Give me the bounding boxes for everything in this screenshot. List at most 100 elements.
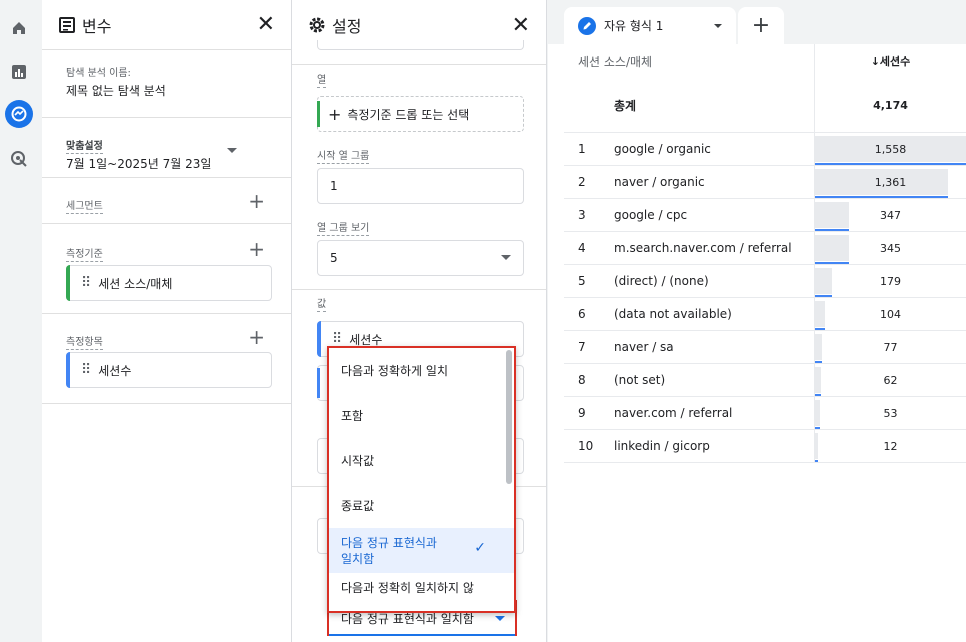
dimension-chip-label: 세션 소스/매체 (98, 276, 173, 291)
tab-freeform[interactable]: 자유 형식 1 (564, 7, 736, 44)
chevron-down-icon[interactable] (227, 148, 237, 153)
value-underline (815, 229, 849, 231)
close-icon[interactable]: ✕ (512, 13, 530, 38)
divider (292, 289, 546, 290)
pencil-icon (578, 16, 596, 35)
drag-handle-icon[interactable]: ⠿ (81, 362, 91, 378)
chevron-down-icon (501, 255, 511, 260)
chevron-down-icon (495, 616, 505, 621)
row-metric-value: 345 (880, 241, 901, 255)
row-index: 5 (578, 274, 586, 288)
row-metric-value: 347 (880, 208, 901, 222)
tab-label: 자유 형식 1 (604, 19, 664, 33)
table-row[interactable]: 6 (data not available) 104 (564, 298, 966, 331)
add-tab-button[interactable]: + (738, 7, 784, 44)
drag-handle-icon[interactable]: ⠿ (332, 331, 342, 347)
dropdown-option[interactable]: 다음과 정확히 일치하지 않 (329, 573, 514, 609)
metrics-section: 측정항목 + ⠿ 세션수 (42, 314, 291, 404)
row-dimension: naver / sa (614, 340, 674, 354)
scrolled-field-remnant (317, 40, 524, 50)
table-row[interactable]: 2 naver / organic 1,361 (564, 166, 966, 199)
advertising-icon[interactable] (5, 145, 33, 173)
row-metric-cell: 345 (814, 232, 966, 264)
table-row[interactable]: 10 linkedin / gicorp 12 (564, 430, 966, 463)
row-dimension: m.search.naver.com / referral (614, 241, 792, 255)
chevron-down-icon[interactable] (714, 23, 722, 28)
dropdown-scrollbar[interactable] (506, 350, 512, 484)
row-dimension: google / organic (614, 142, 711, 156)
metric-header[interactable]: ↓세션수 (814, 44, 966, 78)
nav-rail (0, 0, 42, 642)
total-row: 총계 4,174 (564, 78, 966, 133)
value-underline (815, 196, 948, 198)
dropdown-option[interactable]: 포함 (329, 393, 514, 438)
row-metric-cell: 104 (814, 298, 966, 330)
dropdown-option[interactable]: 다음과 정확하게 일치 (329, 348, 514, 393)
value-underline (815, 163, 966, 165)
dimension-chip[interactable]: ⠿ 세션 소스/매체 (66, 265, 272, 301)
value-bar (815, 301, 825, 327)
value-bar (815, 367, 821, 393)
field-accent (317, 368, 320, 398)
variables-icon (59, 16, 75, 33)
row-metric-value: 104 (880, 307, 901, 321)
table-row[interactable]: 3 google / cpc 347 (564, 199, 966, 232)
close-icon[interactable]: ✕ (257, 12, 275, 37)
total-cell: 4,174 (814, 78, 966, 132)
dimensions-section: 측정기준 + ⠿ 세션 소스/매체 (42, 224, 291, 314)
row-index: 1 (578, 142, 586, 156)
settings-title: 설정 (332, 17, 362, 36)
add-metric-icon[interactable]: + (248, 327, 265, 347)
table-row[interactable]: 9 naver.com / referral 53 (564, 397, 966, 430)
metric-chip[interactable]: ⠿ 세션수 (66, 352, 272, 388)
row-metric-cell: 1,361 (814, 166, 966, 198)
report-area: 자유 형식 1 + 세션 소스/매체 ↓세션수 총계 4,174 1 google… (548, 0, 966, 642)
table-row[interactable]: 8 (not set) 62 (564, 364, 966, 397)
match-type-dropdown: 다음과 정확하게 일치 포함 시작값 종료값 다음 정규 표현식과 일치함 ✓ … (327, 346, 516, 613)
value-bar (815, 334, 822, 360)
segments-section: 세그먼트 + (42, 178, 291, 224)
chip-color-bar (317, 321, 321, 357)
row-dimension: naver / organic (614, 175, 705, 189)
start-col-group-input[interactable]: 1 (317, 168, 524, 204)
value-underline (815, 328, 825, 330)
reports-icon[interactable] (5, 58, 33, 86)
value-underline (815, 262, 849, 264)
table-row[interactable]: 1 google / organic 1,558 (564, 133, 966, 166)
row-metric-value: 53 (883, 406, 898, 420)
row-metric-value: 1,558 (874, 142, 907, 156)
add-dimension-icon[interactable]: + (248, 239, 265, 259)
row-metric-cell: 62 (814, 364, 966, 396)
table-row[interactable]: 7 naver / sa 77 (564, 331, 966, 364)
row-metric-value: 62 (883, 373, 898, 387)
column-drop-zone[interactable]: + 측정기준 드롭 또는 선택 (317, 96, 524, 132)
row-metric-cell: 53 (814, 397, 966, 429)
dropdown-option[interactable]: 종료값 (329, 483, 514, 528)
date-section[interactable]: 맞춤설정 7월 1일~2025년 7월 23일 (42, 118, 291, 178)
chip-color-bar (66, 265, 70, 301)
row-index: 9 (578, 406, 586, 420)
segments-label: 세그먼트 (66, 201, 103, 214)
drag-handle-icon[interactable]: ⠿ (81, 275, 91, 291)
row-metric-cell: 12 (814, 430, 966, 462)
value-bar (815, 202, 849, 228)
explore-icon[interactable] (5, 100, 33, 128)
table-row[interactable]: 4 m.search.naver.com / referral 345 (564, 232, 966, 265)
dimension-header[interactable]: 세션 소스/매체 (564, 53, 652, 70)
exploration-name-input[interactable]: 제목 없는 탐색 분석 (66, 82, 291, 99)
table-row[interactable]: 5 (direct) / (none) 179 (564, 265, 966, 298)
value-underline (815, 394, 821, 396)
dropdown-option-selected[interactable]: 다음 정규 표현식과 일치함 ✓ (329, 528, 514, 573)
home-icon[interactable] (5, 14, 33, 42)
value-underline (815, 361, 822, 363)
date-label: 맞춤설정 (66, 141, 103, 154)
values-label: 값 (317, 299, 327, 312)
dropdown-option[interactable]: 시작값 (329, 438, 514, 483)
row-dimension: linkedin / gicorp (614, 439, 710, 453)
divider (292, 64, 546, 65)
variables-header: 변수 ✕ (42, 0, 291, 50)
row-index: 6 (578, 307, 586, 321)
add-segment-icon[interactable]: + (248, 191, 265, 211)
show-col-groups-select[interactable]: 5 (317, 240, 524, 276)
row-metric-value: 1,361 (874, 175, 907, 189)
